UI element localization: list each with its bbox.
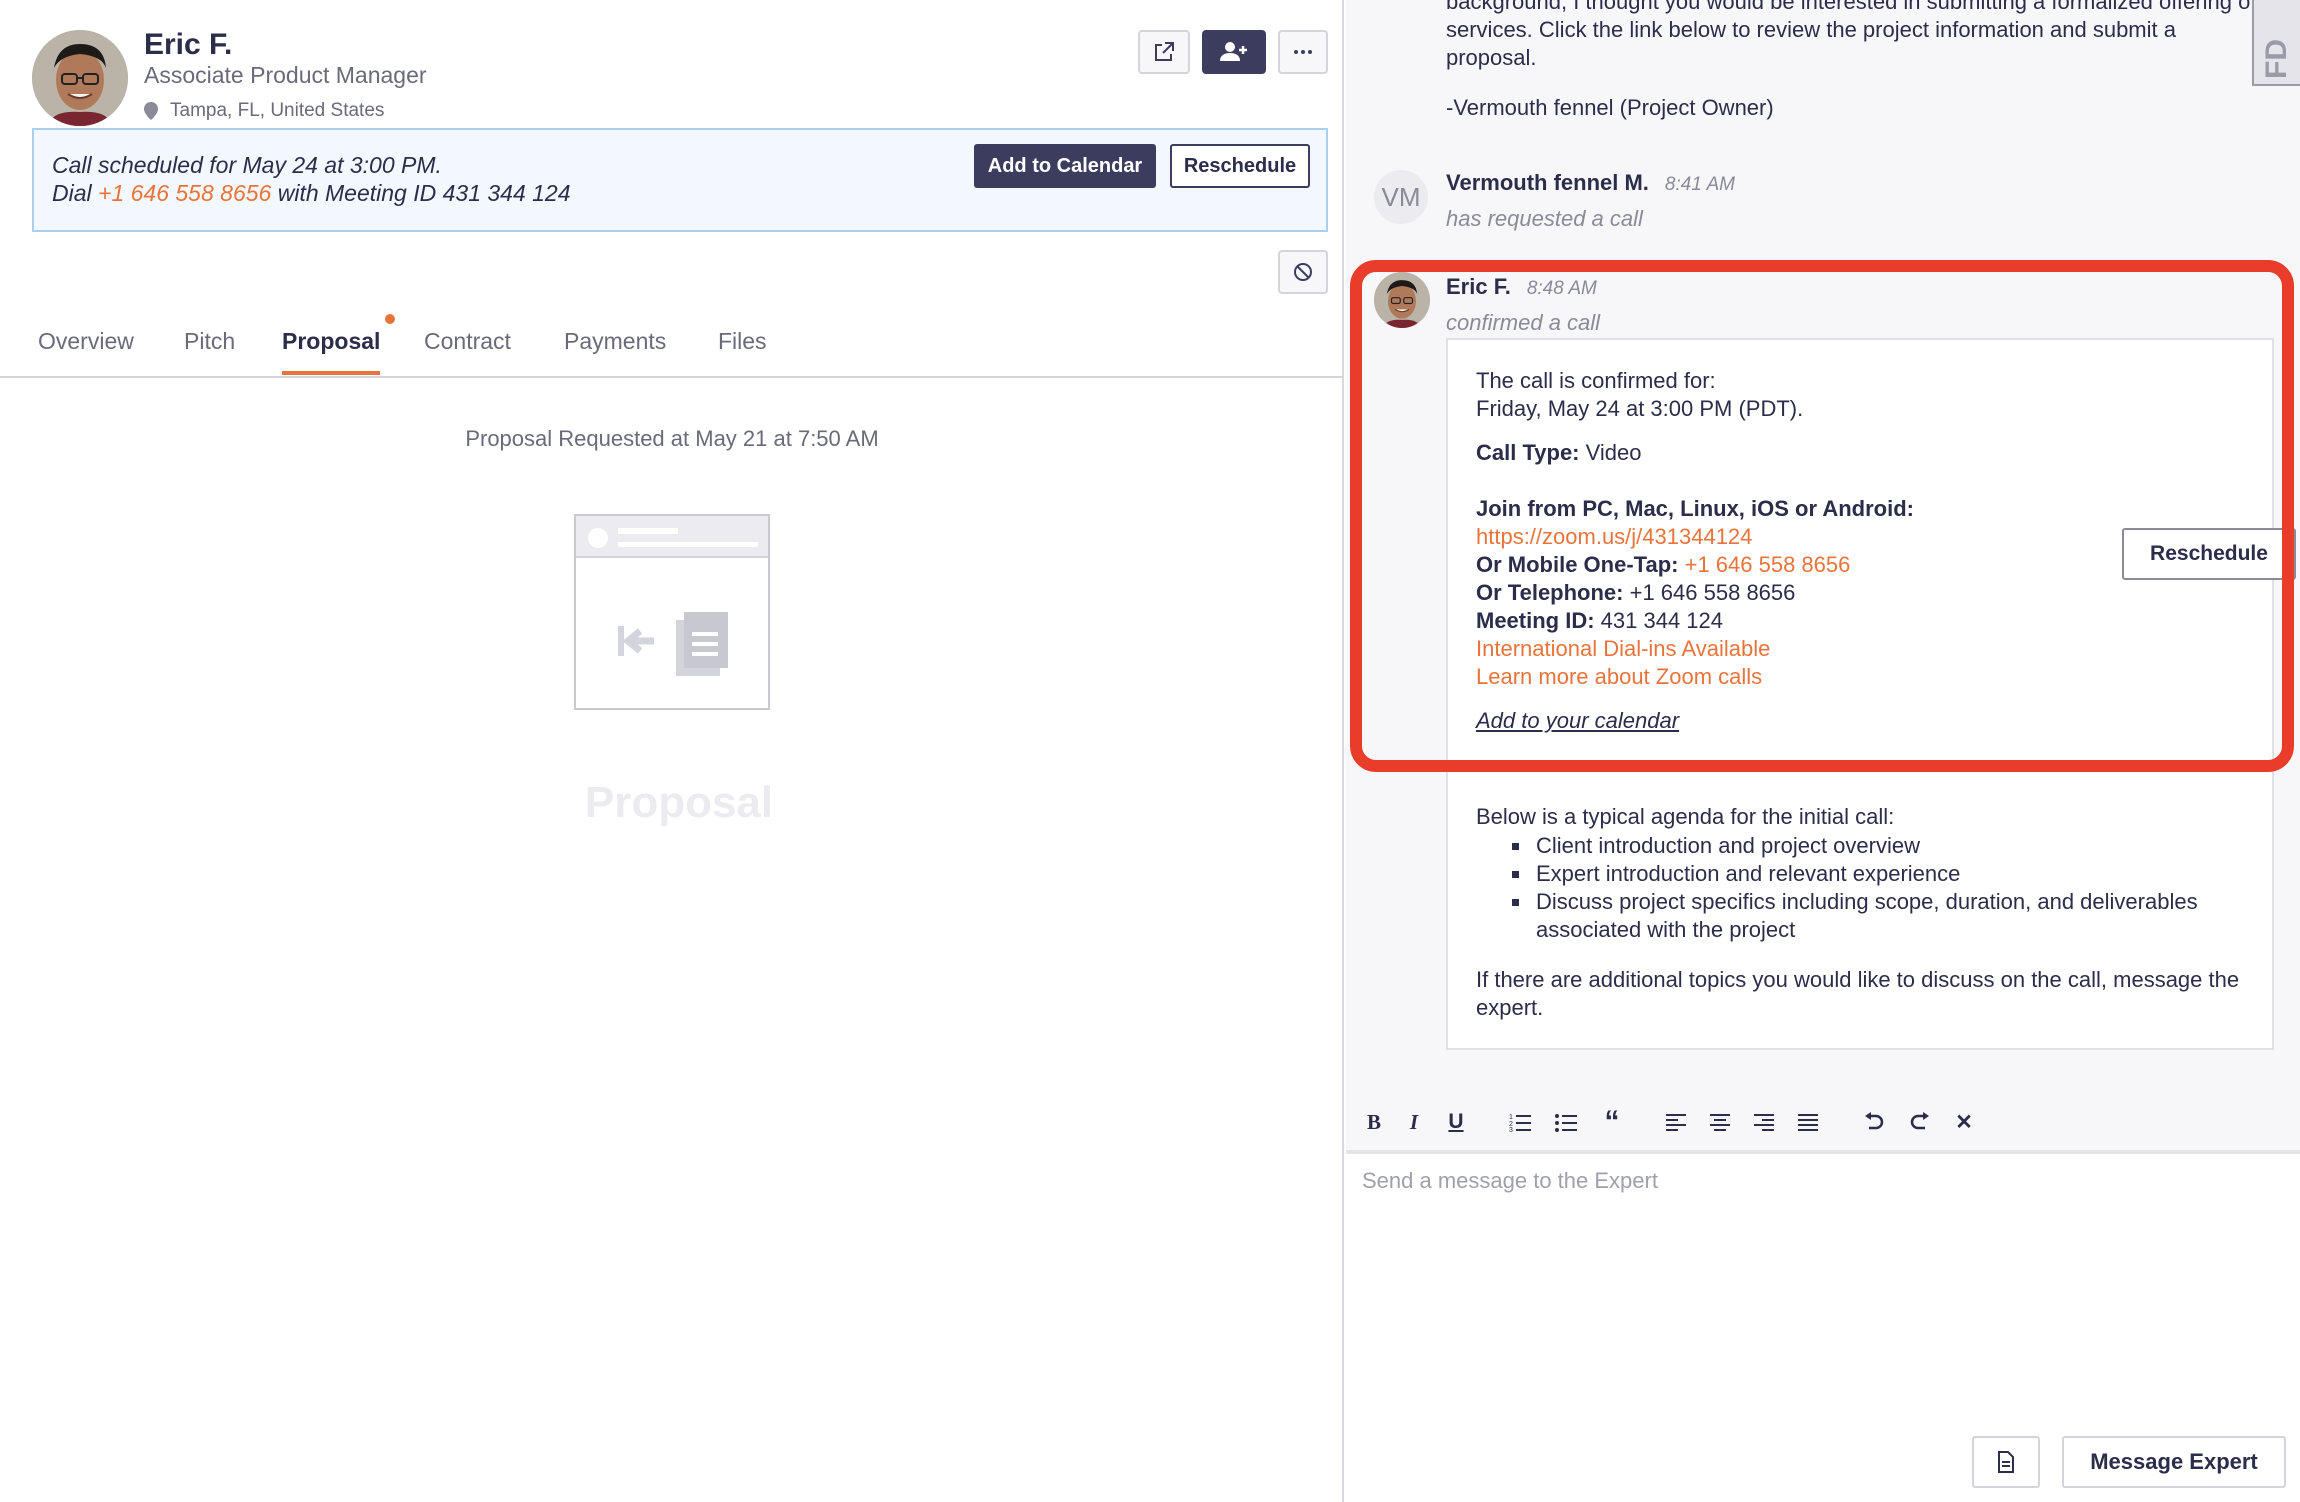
profile-location: Tampa, FL, United States bbox=[144, 100, 384, 122]
vm-sender-line: Vermouth fennel M. 8:41 AM bbox=[1446, 170, 1735, 196]
document-icon bbox=[1998, 1451, 2014, 1473]
meeting-id-line: Meeting ID: 431 344 124 bbox=[1476, 608, 1723, 634]
vm-avatar: VM bbox=[1374, 170, 1428, 224]
document-import-icon bbox=[618, 612, 728, 676]
tab-files[interactable]: Files bbox=[718, 328, 767, 371]
agenda-item: Expert introduction and relevant experie… bbox=[1512, 860, 2256, 888]
bullet-list-icon[interactable] bbox=[1552, 1108, 1580, 1136]
align-center-icon[interactable] bbox=[1706, 1108, 1734, 1136]
svg-text:1: 1 bbox=[1509, 1114, 1513, 1121]
dial-suffix: with Meeting ID 431 344 124 bbox=[271, 180, 571, 206]
call-type-label: Call Type: bbox=[1476, 440, 1580, 465]
editor-toolbar: B I U 123 “ ✕ bbox=[1346, 1090, 2300, 1152]
join-label-text: Join from PC, Mac, Linux, iOS or Android… bbox=[1476, 496, 1914, 521]
zoom-url-link[interactable]: https://zoom.us/j/431344124 bbox=[1476, 524, 1752, 550]
dial-prefix: Dial bbox=[52, 180, 99, 206]
undo-icon[interactable] bbox=[1860, 1108, 1888, 1136]
telephone-line: Or Telephone: +1 646 558 8656 bbox=[1476, 580, 1795, 606]
proposal-notification-dot bbox=[385, 314, 395, 324]
bold-icon[interactable]: B bbox=[1360, 1108, 1388, 1136]
dial-phone-link[interactable]: +1 646 558 8656 bbox=[98, 180, 271, 206]
join-label: Join from PC, Mac, Linux, iOS or Android… bbox=[1476, 496, 1914, 522]
international-dialins-link[interactable]: International Dial-ins Available bbox=[1476, 636, 1770, 662]
tab-contract[interactable]: Contract bbox=[424, 328, 511, 371]
location-pin-icon bbox=[144, 102, 158, 120]
meeting-id-value: 431 344 124 bbox=[1594, 608, 1724, 633]
clear-format-icon[interactable]: ✕ bbox=[1950, 1108, 1978, 1136]
ellipsis-icon bbox=[1294, 50, 1312, 54]
external-link-icon bbox=[1155, 42, 1174, 61]
profile-name[interactable]: Eric F. bbox=[144, 28, 232, 62]
project-detail-pane: Eric F. Associate Product Manager Tampa,… bbox=[0, 0, 1344, 1502]
tab-pitch[interactable]: Pitch bbox=[184, 328, 235, 371]
side-tab-label: FD bbox=[2260, 39, 2293, 79]
call-dial-text: Dial +1 646 558 8656 with Meeting ID 431… bbox=[52, 180, 571, 207]
eric-sender-line: Eric F. 8:48 AM bbox=[1446, 274, 1597, 300]
card-reschedule-button[interactable]: Reschedule bbox=[2122, 528, 2296, 580]
message-expert-button[interactable]: Message Expert bbox=[2062, 1436, 2286, 1488]
mobile-one-tap-line: Or Mobile One-Tap: +1 646 558 8656 bbox=[1476, 552, 1850, 578]
proposal-placeholder-title: Proposal bbox=[584, 778, 774, 827]
location-text: Tampa, FL, United States bbox=[170, 100, 385, 121]
call-scheduled-text: Call scheduled for May 24 at 3:00 PM. bbox=[52, 152, 442, 178]
agenda-list: Client introduction and project overview… bbox=[1512, 832, 2256, 944]
call-scheduled-banner: Call scheduled for May 24 at 3:00 PM. Di… bbox=[32, 128, 1328, 232]
eric-timestamp: 8:48 AM bbox=[1526, 278, 1597, 299]
redo-icon[interactable] bbox=[1906, 1108, 1934, 1136]
confirmed-for-text: The call is confirmed for: bbox=[1476, 368, 1716, 393]
profile-title: Associate Product Manager bbox=[144, 62, 427, 88]
underline-icon[interactable]: U bbox=[1442, 1108, 1470, 1136]
more-options-button[interactable] bbox=[1278, 30, 1328, 74]
telephone-value: +1 646 558 8656 bbox=[1623, 580, 1796, 605]
vm-timestamp: 8:41 AM bbox=[1664, 174, 1735, 195]
italic-icon[interactable]: I bbox=[1400, 1108, 1428, 1136]
block-button[interactable] bbox=[1278, 250, 1328, 294]
ordered-list-icon[interactable]: 123 bbox=[1506, 1108, 1534, 1136]
svg-text:3: 3 bbox=[1509, 1127, 1513, 1132]
learn-zoom-link[interactable]: Learn more about Zoom calls bbox=[1476, 664, 1762, 690]
blockquote-icon[interactable]: “ bbox=[1598, 1105, 1626, 1138]
message-thread-pane: background, I thought you would be inter… bbox=[1346, 0, 2300, 1502]
align-justify-icon[interactable] bbox=[1794, 1108, 1822, 1136]
project-tabs: Overview Pitch Proposal Contract Payment… bbox=[0, 300, 1344, 378]
agenda-intro: Below is a typical agenda for the initia… bbox=[1476, 804, 1895, 829]
call-type-line: Call Type: Video bbox=[1476, 440, 1642, 466]
add-user-button[interactable] bbox=[1202, 30, 1266, 74]
message-signature: -Vermouth fennel (Project Owner) bbox=[1446, 95, 1774, 120]
closing-text: If there are additional topics you would… bbox=[1476, 967, 2240, 1020]
tab-proposal[interactable]: Proposal bbox=[282, 328, 381, 375]
telephone-label: Or Telephone: bbox=[1476, 580, 1624, 605]
add-user-icon bbox=[1220, 42, 1247, 61]
eric-sender-name: Eric F. bbox=[1446, 274, 1511, 299]
open-external-button[interactable] bbox=[1138, 30, 1190, 74]
call-type-value: Video bbox=[1579, 440, 1642, 465]
eric-action-text: confirmed a call bbox=[1446, 310, 1601, 335]
side-feedback-tab[interactable]: FD bbox=[2252, 0, 2300, 86]
reschedule-button[interactable]: Reschedule bbox=[1170, 144, 1310, 188]
eric-avatar bbox=[1374, 272, 1430, 328]
mobile-label: Or Mobile One-Tap: bbox=[1476, 552, 1679, 577]
meeting-id-label: Meeting ID: bbox=[1476, 608, 1595, 633]
tab-payments[interactable]: Payments bbox=[564, 328, 666, 371]
agenda-item: Discuss project specifics including scop… bbox=[1512, 888, 2256, 944]
tab-overview[interactable]: Overview bbox=[38, 328, 134, 371]
proposal-requested-text: Proposal Requested at May 21 at 7:50 AM bbox=[465, 426, 879, 451]
vm-sender-name: Vermouth fennel M. bbox=[1446, 170, 1649, 195]
align-right-icon[interactable] bbox=[1750, 1108, 1778, 1136]
profile-avatar[interactable] bbox=[32, 30, 128, 126]
block-icon bbox=[1294, 263, 1312, 281]
add-to-calendar-button[interactable]: Add to Calendar bbox=[974, 144, 1156, 188]
proposal-empty-illustration bbox=[574, 514, 770, 710]
attach-document-button[interactable] bbox=[1972, 1436, 2040, 1488]
align-left-icon[interactable] bbox=[1662, 1108, 1690, 1136]
message-input-placeholder[interactable]: Send a message to the Expert bbox=[1362, 1168, 1658, 1194]
confirmed-date-text: Friday, May 24 at 3:00 PM (PDT). bbox=[1476, 396, 1804, 421]
mobile-phone-link[interactable]: +1 646 558 8656 bbox=[1678, 552, 1851, 577]
add-to-your-calendar-link[interactable]: Add to your calendar bbox=[1476, 708, 1679, 734]
agenda-item: Client introduction and project overview bbox=[1512, 832, 2256, 860]
vm-action-text: has requested a call bbox=[1446, 206, 1643, 231]
call-confirmation-card: The call is confirmed for: Friday, May 2… bbox=[1446, 338, 2296, 1050]
message-intro-text: background, I thought you would be inter… bbox=[1446, 0, 2257, 70]
